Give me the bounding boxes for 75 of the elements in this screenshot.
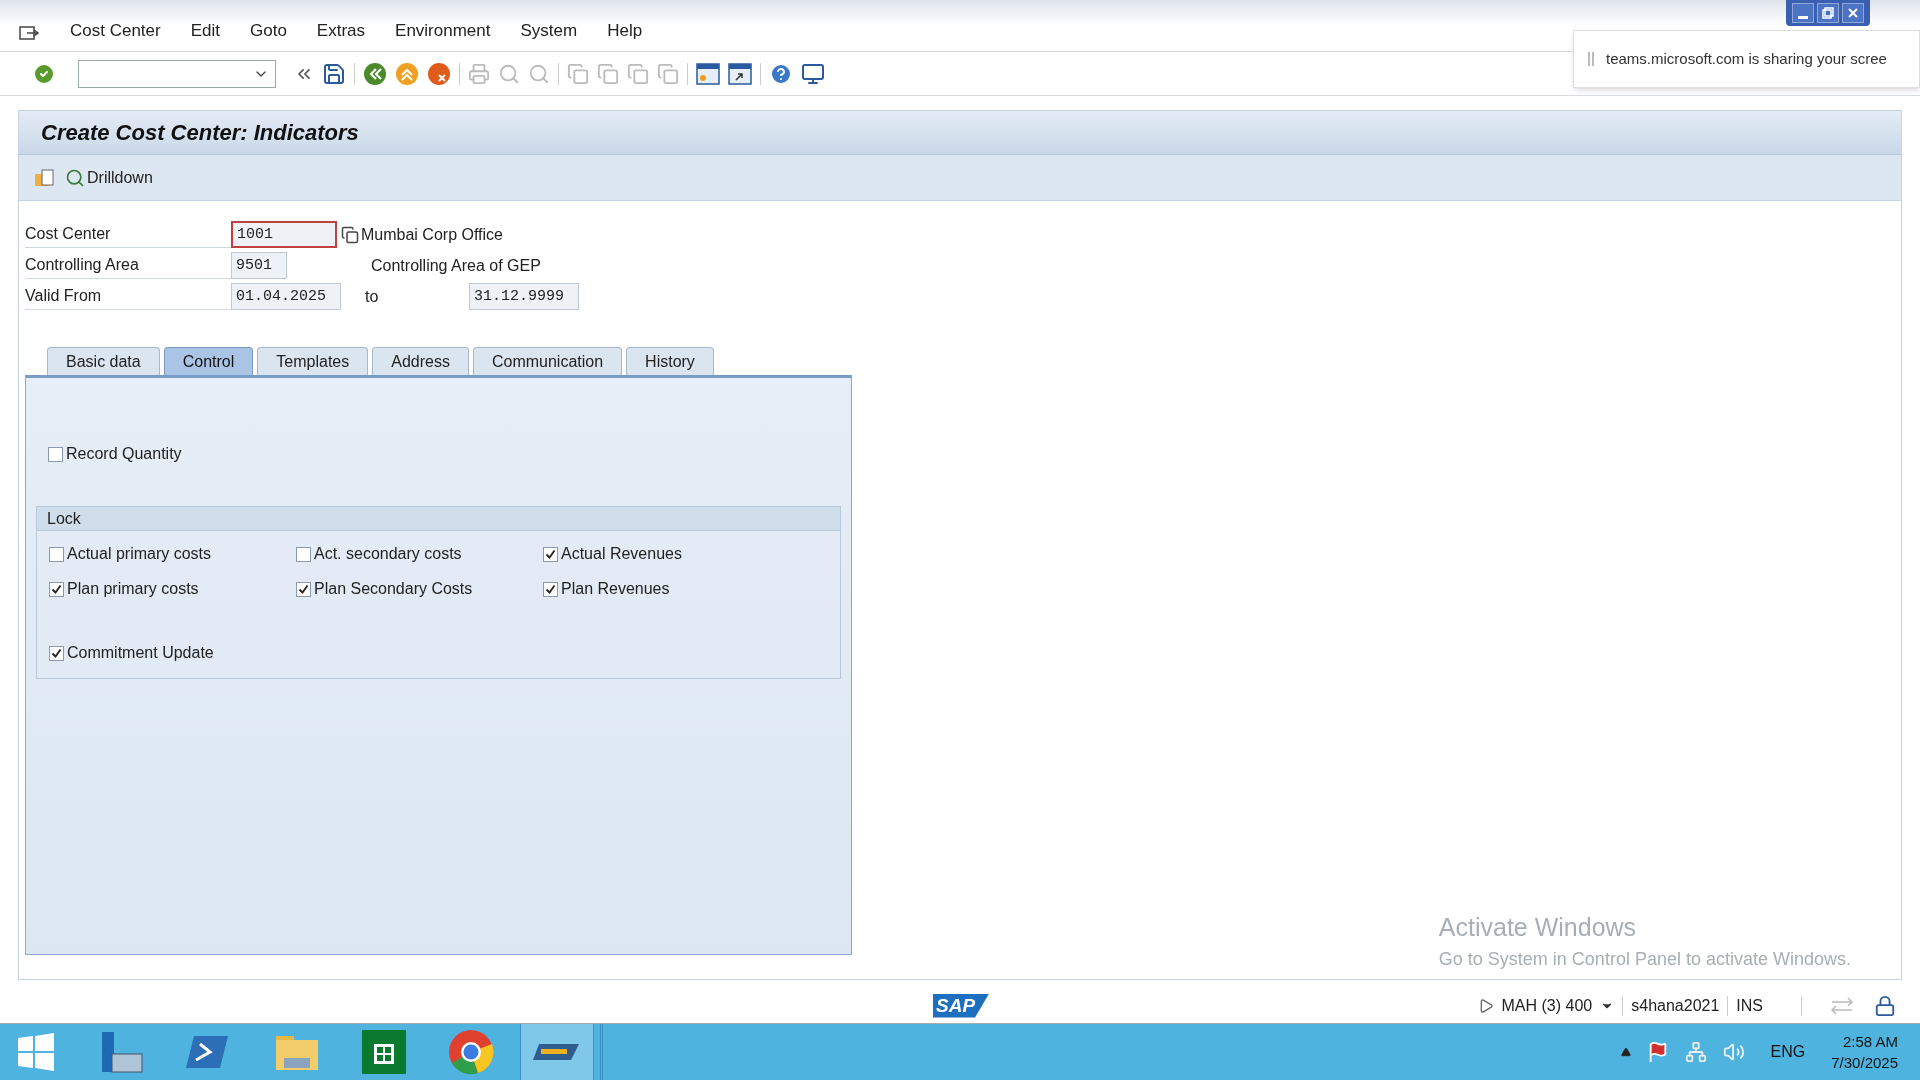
checkbox[interactable] [49,645,64,661]
checkbox-label: Actual Revenues [561,544,682,564]
checkbox-label: Record Quantity [66,444,182,464]
checkbox[interactable] [48,446,63,462]
sap-logon-icon [533,1042,581,1062]
tab[interactable]: Communication [472,347,623,375]
menu-item[interactable]: Extras [316,17,366,43]
folder-icon[interactable] [33,166,55,189]
input-field[interactable]: 1001 [231,221,337,248]
server-name: s4hana2021 [1631,995,1720,1016]
tab[interactable]: Templates [257,347,369,375]
input-field[interactable]: 31.12.9999 [469,283,579,310]
menu-item[interactable]: System [520,17,578,43]
checkbox[interactable] [49,546,64,562]
activation-text: Go to System in Control Panel to activate Windows. [1438,948,1851,971]
minimize-button[interactable] [1792,3,1814,23]
restore-button[interactable] [1817,3,1839,23]
checkbox-label: Plan Revenues [561,579,670,599]
system-info[interactable]: MAH (3) 400 [1501,993,1593,1018]
input-mode: INS [1736,995,1763,1016]
checkbox-label: Plan Secondary Costs [314,579,473,599]
powershell-icon[interactable] [186,1034,228,1070]
tab[interactable]: History [626,347,714,375]
checkbox-label: Actual primary costs [67,544,212,564]
store-icon[interactable] [362,1030,406,1074]
exit-icon[interactable] [395,61,419,86]
field-description: Controlling Area of GEP [371,255,541,276]
tab[interactable]: Basic data [47,347,160,375]
menu-item[interactable]: Cost Center [70,17,161,43]
copy-icon[interactable] [341,225,359,244]
command-field[interactable] [78,59,276,88]
back-icon[interactable] [363,61,387,86]
restore-icon [1822,7,1834,19]
checkbox[interactable] [543,546,558,562]
minimize-icon [1798,15,1808,19]
menu-icon[interactable] [18,25,40,43]
tab[interactable]: Control [163,347,254,375]
sap-logo: SAP [933,993,990,1018]
checkbox[interactable] [296,546,311,562]
taskbar-app-button[interactable] [520,1024,594,1080]
checkbox[interactable] [543,581,558,597]
activation-title: Activate Windows [1438,911,1638,943]
checkbox[interactable] [296,581,311,597]
menu-item[interactable]: Help [607,17,643,43]
input-field[interactable]: 9501 [231,252,287,279]
lock-icon[interactable] [1874,994,1896,1017]
close-button[interactable] [1842,3,1864,23]
windows-start-icon[interactable] [16,1032,56,1072]
notification-text: teams.microsoft.com is sharing your scree [1606,48,1887,69]
tab[interactable]: Address [372,347,469,375]
language-indicator[interactable]: ENG [1770,1040,1806,1064]
drag-handle-icon [1588,52,1594,66]
magnifier-icon [65,167,85,188]
save-icon[interactable] [322,61,346,86]
checkbox-label: Plan primary costs [67,579,199,599]
input-field[interactable]: 01.04.2025 [231,283,341,310]
checkbox-label: Act. secondary costs [314,544,462,564]
menu-item[interactable]: Environment [395,17,491,43]
browser-icon[interactable] [448,1029,494,1075]
menu-item[interactable]: Edit [190,17,220,43]
drilldown-button[interactable]: Drilldown [65,165,153,190]
field-label: to [365,286,380,307]
cancel-icon[interactable] [427,61,451,86]
field-description: Mumbai Corp Office [361,224,503,245]
shortcut-icon[interactable] [728,61,752,86]
clock[interactable]: 2:58 AM 7/30/2025 [1831,1031,1898,1073]
monitor-icon[interactable] [801,61,825,86]
show-hidden-icon[interactable] [1620,1047,1631,1057]
screen-title: Create Cost Center: Indicators [41,119,359,147]
group-header: Lock [37,507,840,531]
menu-item[interactable]: Goto [250,17,287,43]
checkbox[interactable] [49,581,64,597]
window-icon[interactable] [696,61,720,86]
checkbox-label: Commitment Update [67,643,214,663]
close-icon [1847,7,1859,19]
